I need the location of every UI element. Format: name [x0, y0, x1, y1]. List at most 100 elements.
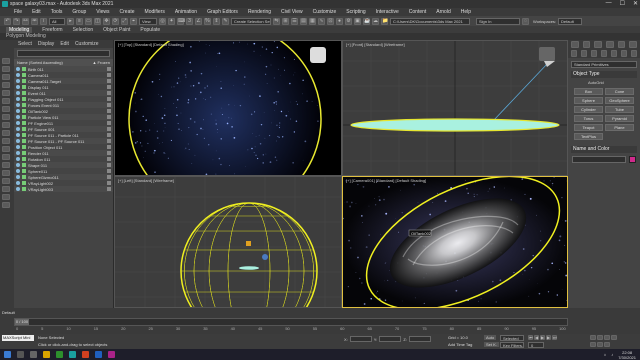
freeze-icon[interactable] [107, 121, 111, 125]
explorer-geometry-icon[interactable] [2, 74, 10, 80]
explorer-helpers-icon[interactable] [2, 106, 10, 112]
scale-icon[interactable]: ⤢ [121, 17, 128, 25]
undo-icon[interactable]: ↶ [4, 17, 11, 25]
pan-icon[interactable] [590, 342, 596, 347]
spacewarps-icon[interactable] [621, 50, 627, 57]
reference-coordinate-dropdown[interactable]: View [139, 17, 157, 25]
project-folder-icon[interactable]: 📁 [381, 17, 388, 25]
menu-graph-editors[interactable]: Graph Editors [207, 9, 238, 15]
list-item[interactable]: VRayLight003 [14, 186, 113, 192]
eye-icon[interactable] [16, 85, 20, 89]
menu-civil-view[interactable]: Civil View [281, 9, 303, 15]
eye-icon[interactable] [16, 187, 20, 191]
viewport-top[interactable]: [+] [Top] [Standard] [Default Shading] [114, 40, 342, 176]
unlink-icon[interactable]: ⚮ [31, 17, 38, 25]
zoom-extents-icon[interactable] [604, 335, 610, 340]
freeze-icon[interactable] [107, 151, 111, 155]
eye-icon[interactable] [16, 163, 20, 167]
explorer-select-icon[interactable] [2, 58, 10, 64]
object-name-input[interactable] [572, 156, 626, 163]
freeze-icon[interactable] [107, 187, 111, 191]
maximize-viewport-icon[interactable] [604, 342, 610, 347]
maximize-button[interactable]: ☐ [620, 0, 625, 7]
eye-icon[interactable] [16, 133, 20, 137]
edit-named-selection-icon[interactable]: ✎ [222, 17, 229, 25]
freeze-icon[interactable] [107, 163, 111, 167]
search-icon[interactable] [17, 351, 24, 358]
workspaces-dropdown[interactable]: Default [558, 17, 583, 25]
3ds-max-icon[interactable] [69, 351, 76, 358]
eye-icon[interactable] [16, 67, 20, 71]
auto-key-button[interactable]: Auto [484, 335, 497, 340]
teapot-button[interactable]: Teapot [574, 124, 603, 131]
set-key-button[interactable]: Set K. [484, 342, 499, 347]
add-time-tag[interactable]: Add Time Tag [448, 342, 472, 347]
next-frame-icon[interactable]: ▶ [546, 335, 551, 340]
place-icon[interactable]: ⌖ [130, 17, 137, 25]
track-bar[interactable]: 0 5 10 15 20 25 30 35 40 45 50 55 60 65 … [14, 326, 568, 332]
primitive-category-dropdown[interactable]: Standard Primitives [571, 61, 637, 68]
menu-content[interactable]: Content [409, 9, 427, 15]
eye-icon[interactable] [16, 121, 20, 125]
textplus-button[interactable]: TextPlus [574, 133, 603, 140]
eye-icon[interactable] [16, 73, 20, 77]
scene-search-field[interactable] [17, 50, 110, 57]
freeze-icon[interactable] [107, 175, 111, 179]
curve-editor-icon[interactable]: ∿ [318, 17, 325, 25]
viewcube-front[interactable] [539, 47, 555, 61]
display-tab-icon[interactable] [617, 41, 626, 48]
explorer-xrefs-icon[interactable] [2, 130, 10, 136]
eye-icon[interactable] [16, 79, 20, 83]
ribbon-tab-freeform[interactable]: Freeform [42, 27, 62, 33]
app-icon[interactable] [56, 351, 63, 358]
modify-tab-icon[interactable] [582, 41, 591, 48]
eye-icon[interactable] [16, 97, 20, 101]
create-tab-icon[interactable] [571, 41, 579, 48]
hierarchy-tab-icon[interactable] [594, 41, 603, 48]
freeze-icon[interactable] [107, 85, 111, 89]
object-type-rollout[interactable]: Object Type [571, 71, 637, 78]
bind-space-warp-icon[interactable]: ≀ [40, 17, 47, 25]
ribbon-tab-object-paint[interactable]: Object Paint [103, 27, 130, 33]
toggle-scene-explorer-icon[interactable]: ☰ [291, 17, 298, 25]
orbit-icon[interactable] [597, 342, 603, 347]
render-in-cloud-icon[interactable]: ☁ [372, 17, 379, 25]
explorer-sync-icon[interactable] [2, 202, 10, 208]
motion-tab-icon[interactable] [606, 41, 614, 48]
menu-file[interactable]: File [14, 9, 22, 15]
freeze-icon[interactable] [107, 97, 111, 101]
sphere-button[interactable]: Sphere [574, 97, 603, 104]
box-button[interactable]: Box [574, 88, 603, 95]
eye-icon[interactable] [16, 115, 20, 119]
viewport-left[interactable]: [+] [Left] [Standard] [Wireframe] [114, 176, 342, 308]
maxscript-listener-field[interactable]: MAXScript Mini [2, 335, 34, 341]
viewport-front-label[interactable]: [+] [Front] [Standard] [Wireframe] [346, 42, 405, 47]
explorer-bones-icon[interactable] [2, 138, 10, 144]
menu-tools[interactable]: Tools [51, 9, 63, 15]
helpers-icon[interactable] [611, 50, 617, 57]
eye-icon[interactable] [16, 109, 20, 113]
zoom-all-icon[interactable] [597, 335, 603, 340]
redo-icon[interactable]: ↷ [13, 17, 20, 25]
explorer-shapes-icon[interactable] [2, 82, 10, 88]
eye-icon[interactable] [16, 127, 20, 131]
key-filters-button[interactable]: Key Filters... [500, 342, 524, 348]
x-coordinate-field[interactable] [349, 336, 372, 342]
freeze-icon[interactable] [107, 157, 111, 161]
eye-icon[interactable] [16, 145, 20, 149]
eye-icon[interactable] [16, 139, 20, 143]
move-icon[interactable]: ✥ [103, 17, 110, 25]
cameras-icon[interactable] [601, 50, 607, 57]
rotate-icon[interactable]: ⟳ [112, 17, 119, 25]
explorer-spacewarps-icon[interactable] [2, 114, 10, 120]
render-production-icon[interactable]: ☕ [363, 17, 370, 25]
name-column-header[interactable]: Name (Sorted Ascending) [17, 59, 63, 66]
menu-help[interactable]: Help [461, 9, 471, 15]
menu-edit[interactable]: Edit [32, 9, 41, 15]
ribbon-tab-selection[interactable]: Selection [73, 27, 94, 33]
project-path-field[interactable]: C:\Users\DK\Documents\3ds Max 2021 [390, 17, 470, 25]
y-coordinate-field[interactable] [379, 336, 402, 342]
task-view-icon[interactable] [30, 351, 37, 358]
percent-snap-icon[interactable]: % [204, 17, 211, 25]
eye-icon[interactable] [16, 91, 20, 95]
